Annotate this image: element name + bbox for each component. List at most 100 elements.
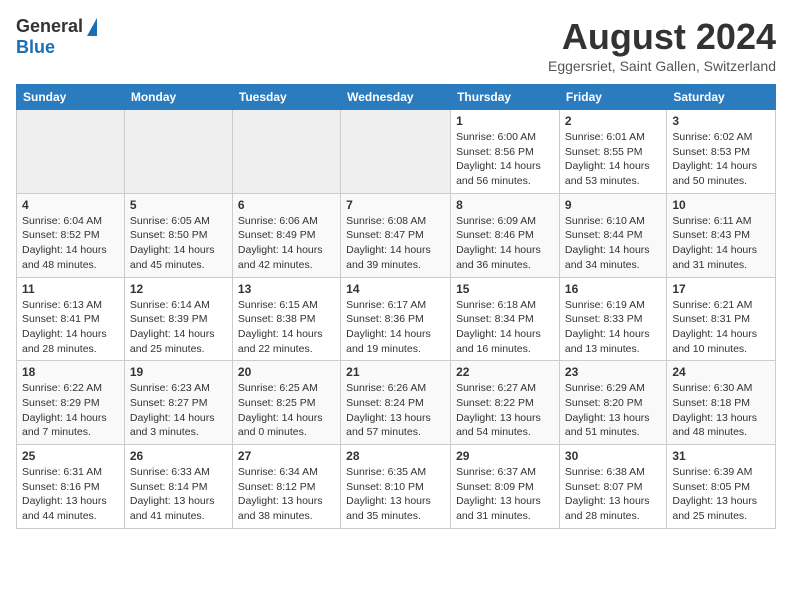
calendar-cell: 29 Sunrise: 6:37 AMSunset: 8:09 PMDaylig… (451, 445, 560, 529)
day-info: Sunrise: 6:08 AMSunset: 8:47 PMDaylight:… (346, 214, 445, 273)
page-header: General Blue August 2024 Eggersriet, Sai… (16, 16, 776, 74)
day-number: 9 (565, 198, 661, 212)
day-number: 10 (672, 198, 770, 212)
day-info: Sunrise: 6:30 AMSunset: 8:18 PMDaylight:… (672, 381, 770, 440)
calendar-cell (17, 110, 125, 194)
day-number: 15 (456, 282, 554, 296)
day-info: Sunrise: 6:19 AMSunset: 8:33 PMDaylight:… (565, 298, 661, 357)
day-info: Sunrise: 6:10 AMSunset: 8:44 PMDaylight:… (565, 214, 661, 273)
calendar-cell: 7 Sunrise: 6:08 AMSunset: 8:47 PMDayligh… (341, 193, 451, 277)
calendar-cell: 5 Sunrise: 6:05 AMSunset: 8:50 PMDayligh… (124, 193, 232, 277)
day-header-wednesday: Wednesday (341, 85, 451, 110)
day-header-thursday: Thursday (451, 85, 560, 110)
calendar-cell: 13 Sunrise: 6:15 AMSunset: 8:38 PMDaylig… (232, 277, 340, 361)
location-subtitle: Eggersriet, Saint Gallen, Switzerland (548, 58, 776, 74)
day-info: Sunrise: 6:31 AMSunset: 8:16 PMDaylight:… (22, 465, 119, 524)
day-header-tuesday: Tuesday (232, 85, 340, 110)
day-info: Sunrise: 6:13 AMSunset: 8:41 PMDaylight:… (22, 298, 119, 357)
calendar-cell: 28 Sunrise: 6:35 AMSunset: 8:10 PMDaylig… (341, 445, 451, 529)
day-info: Sunrise: 6:14 AMSunset: 8:39 PMDaylight:… (130, 298, 227, 357)
day-info: Sunrise: 6:22 AMSunset: 8:29 PMDaylight:… (22, 381, 119, 440)
day-info: Sunrise: 6:21 AMSunset: 8:31 PMDaylight:… (672, 298, 770, 357)
calendar-cell: 6 Sunrise: 6:06 AMSunset: 8:49 PMDayligh… (232, 193, 340, 277)
day-info: Sunrise: 6:26 AMSunset: 8:24 PMDaylight:… (346, 381, 445, 440)
day-number: 4 (22, 198, 119, 212)
day-info: Sunrise: 6:17 AMSunset: 8:36 PMDaylight:… (346, 298, 445, 357)
day-number: 26 (130, 449, 227, 463)
day-info: Sunrise: 6:33 AMSunset: 8:14 PMDaylight:… (130, 465, 227, 524)
calendar-cell: 27 Sunrise: 6:34 AMSunset: 8:12 PMDaylig… (232, 445, 340, 529)
day-number: 29 (456, 449, 554, 463)
logo-triangle-icon (87, 18, 97, 36)
day-number: 20 (238, 365, 335, 379)
calendar-cell: 11 Sunrise: 6:13 AMSunset: 8:41 PMDaylig… (17, 277, 125, 361)
day-number: 22 (456, 365, 554, 379)
day-number: 13 (238, 282, 335, 296)
day-info: Sunrise: 6:23 AMSunset: 8:27 PMDaylight:… (130, 381, 227, 440)
day-info: Sunrise: 6:05 AMSunset: 8:50 PMDaylight:… (130, 214, 227, 273)
week-row-4: 18 Sunrise: 6:22 AMSunset: 8:29 PMDaylig… (17, 361, 776, 445)
day-number: 23 (565, 365, 661, 379)
logo: General Blue (16, 16, 97, 58)
day-number: 8 (456, 198, 554, 212)
day-info: Sunrise: 6:39 AMSunset: 8:05 PMDaylight:… (672, 465, 770, 524)
logo-general-text: General (16, 16, 83, 37)
title-area: August 2024 Eggersriet, Saint Gallen, Sw… (548, 16, 776, 74)
calendar-table: SundayMondayTuesdayWednesdayThursdayFrid… (16, 84, 776, 529)
day-number: 12 (130, 282, 227, 296)
day-info: Sunrise: 6:38 AMSunset: 8:07 PMDaylight:… (565, 465, 661, 524)
calendar-cell: 3 Sunrise: 6:02 AMSunset: 8:53 PMDayligh… (667, 110, 776, 194)
calendar-cell (232, 110, 340, 194)
day-header-saturday: Saturday (667, 85, 776, 110)
logo-blue-text: Blue (16, 37, 55, 58)
day-header-friday: Friday (559, 85, 666, 110)
calendar-cell: 31 Sunrise: 6:39 AMSunset: 8:05 PMDaylig… (667, 445, 776, 529)
calendar-cell: 22 Sunrise: 6:27 AMSunset: 8:22 PMDaylig… (451, 361, 560, 445)
day-info: Sunrise: 6:01 AMSunset: 8:55 PMDaylight:… (565, 130, 661, 189)
calendar-cell: 9 Sunrise: 6:10 AMSunset: 8:44 PMDayligh… (559, 193, 666, 277)
day-info: Sunrise: 6:15 AMSunset: 8:38 PMDaylight:… (238, 298, 335, 357)
day-number: 14 (346, 282, 445, 296)
day-info: Sunrise: 6:04 AMSunset: 8:52 PMDaylight:… (22, 214, 119, 273)
calendar-cell (124, 110, 232, 194)
calendar-cell: 18 Sunrise: 6:22 AMSunset: 8:29 PMDaylig… (17, 361, 125, 445)
day-number: 25 (22, 449, 119, 463)
day-info: Sunrise: 6:18 AMSunset: 8:34 PMDaylight:… (456, 298, 554, 357)
day-number: 3 (672, 114, 770, 128)
calendar-cell: 24 Sunrise: 6:30 AMSunset: 8:18 PMDaylig… (667, 361, 776, 445)
day-number: 16 (565, 282, 661, 296)
calendar-cell: 4 Sunrise: 6:04 AMSunset: 8:52 PMDayligh… (17, 193, 125, 277)
day-number: 6 (238, 198, 335, 212)
calendar-cell: 10 Sunrise: 6:11 AMSunset: 8:43 PMDaylig… (667, 193, 776, 277)
day-info: Sunrise: 6:27 AMSunset: 8:22 PMDaylight:… (456, 381, 554, 440)
day-number: 1 (456, 114, 554, 128)
day-number: 31 (672, 449, 770, 463)
day-number: 27 (238, 449, 335, 463)
day-info: Sunrise: 6:00 AMSunset: 8:56 PMDaylight:… (456, 130, 554, 189)
calendar-cell (341, 110, 451, 194)
day-info: Sunrise: 6:11 AMSunset: 8:43 PMDaylight:… (672, 214, 770, 273)
calendar-cell: 15 Sunrise: 6:18 AMSunset: 8:34 PMDaylig… (451, 277, 560, 361)
day-number: 19 (130, 365, 227, 379)
day-info: Sunrise: 6:34 AMSunset: 8:12 PMDaylight:… (238, 465, 335, 524)
day-number: 18 (22, 365, 119, 379)
week-row-1: 1 Sunrise: 6:00 AMSunset: 8:56 PMDayligh… (17, 110, 776, 194)
day-info: Sunrise: 6:35 AMSunset: 8:10 PMDaylight:… (346, 465, 445, 524)
day-info: Sunrise: 6:25 AMSunset: 8:25 PMDaylight:… (238, 381, 335, 440)
month-year-title: August 2024 (548, 16, 776, 58)
day-number: 24 (672, 365, 770, 379)
calendar-cell: 8 Sunrise: 6:09 AMSunset: 8:46 PMDayligh… (451, 193, 560, 277)
day-info: Sunrise: 6:37 AMSunset: 8:09 PMDaylight:… (456, 465, 554, 524)
day-number: 11 (22, 282, 119, 296)
calendar-cell: 14 Sunrise: 6:17 AMSunset: 8:36 PMDaylig… (341, 277, 451, 361)
day-number: 21 (346, 365, 445, 379)
week-row-2: 4 Sunrise: 6:04 AMSunset: 8:52 PMDayligh… (17, 193, 776, 277)
calendar-cell: 2 Sunrise: 6:01 AMSunset: 8:55 PMDayligh… (559, 110, 666, 194)
calendar-cell: 26 Sunrise: 6:33 AMSunset: 8:14 PMDaylig… (124, 445, 232, 529)
day-number: 17 (672, 282, 770, 296)
day-header-monday: Monday (124, 85, 232, 110)
day-header-sunday: Sunday (17, 85, 125, 110)
days-header-row: SundayMondayTuesdayWednesdayThursdayFrid… (17, 85, 776, 110)
week-row-5: 25 Sunrise: 6:31 AMSunset: 8:16 PMDaylig… (17, 445, 776, 529)
calendar-cell: 17 Sunrise: 6:21 AMSunset: 8:31 PMDaylig… (667, 277, 776, 361)
